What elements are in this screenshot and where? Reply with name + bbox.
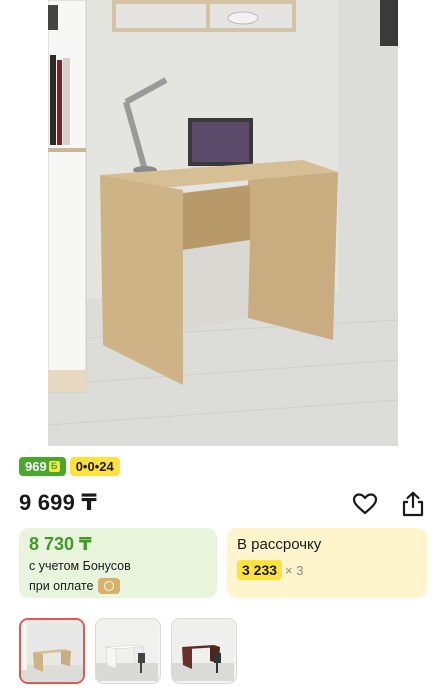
bonus-coin-icon: Б xyxy=(48,461,60,472)
bonus-price-value: 8 730 ₸ xyxy=(29,534,92,554)
installment-card[interactable]: В рассрочку 3 233 × 3 xyxy=(227,528,427,598)
bonus-price-card[interactable]: 8 730 ₸ с учетом Бонусов при оплате xyxy=(19,528,217,598)
installment-badge: 0•0•24 xyxy=(69,457,120,476)
installment-amount: 3 233 xyxy=(237,560,283,580)
installment-multiplier: × 3 xyxy=(285,562,304,578)
thumbnail-3[interactable] xyxy=(171,618,237,684)
bonus-badge-value: 969 xyxy=(25,459,47,474)
payment-method-icon xyxy=(98,578,121,594)
bonus-note-text: при оплате xyxy=(29,579,94,593)
thumbnail-desk-white xyxy=(96,619,158,681)
share-button[interactable] xyxy=(399,490,427,518)
favorite-button[interactable] xyxy=(351,490,379,518)
bonus-note-line1: с учетом Бонусов xyxy=(29,559,131,573)
thumbnail-desk-sonoma xyxy=(21,620,83,682)
installment-title: В рассрочку xyxy=(237,536,322,553)
share-icon xyxy=(402,491,424,517)
thumbnail-1[interactable] xyxy=(19,618,85,684)
heart-icon xyxy=(352,493,378,515)
product-main-image[interactable] xyxy=(48,0,398,446)
thumbnail-2[interactable] xyxy=(95,618,161,684)
image-thumbnails xyxy=(19,618,237,684)
promo-badges: 969 Б 0•0•24 xyxy=(19,457,120,476)
bonus-note-line2: при оплате xyxy=(29,578,121,594)
price-row: 9 699 ₸ xyxy=(19,488,429,518)
thumbnail-desk-dark xyxy=(172,619,234,681)
bonus-badge: 969 Б xyxy=(19,457,66,476)
desk-illustration xyxy=(48,0,398,446)
installment-row: 3 233 × 3 xyxy=(237,560,303,580)
